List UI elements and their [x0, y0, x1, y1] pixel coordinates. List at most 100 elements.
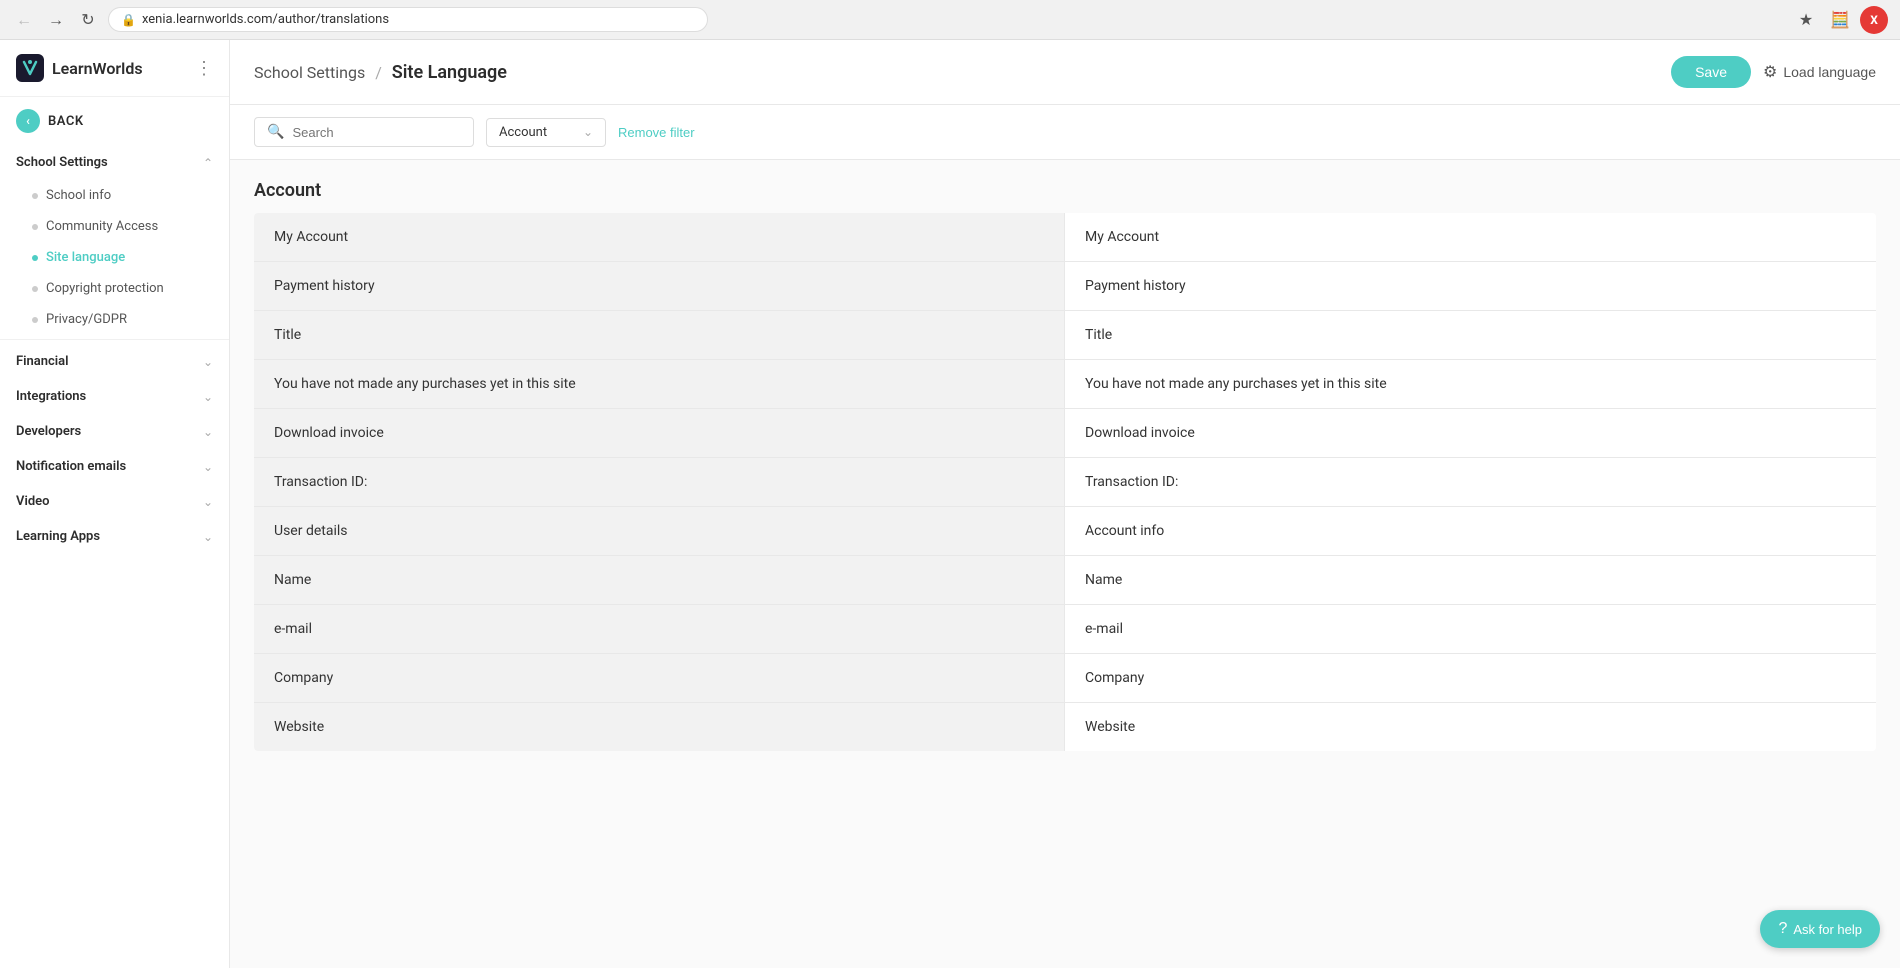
financial-header[interactable]: Financial ⌄ [0, 344, 229, 379]
back-button[interactable]: ‹ BACK [0, 97, 229, 145]
back-label: BACK [48, 114, 84, 129]
header-actions: Save ⚙ Load language [1671, 56, 1876, 88]
sidebar-item-school-info[interactable]: School info [0, 180, 229, 211]
learning-apps-chevron: ⌄ [203, 530, 213, 544]
table-row: Company Company [254, 654, 1876, 703]
browser-actions: ★ 🧮 X [1792, 6, 1888, 34]
dot-icon [32, 193, 38, 199]
original-cell: User details [254, 507, 1065, 555]
notification-emails-header[interactable]: Notification emails ⌄ [0, 449, 229, 484]
developers-header[interactable]: Developers ⌄ [0, 414, 229, 449]
school-settings-section: School Settings ⌃ School info Community … [0, 145, 229, 335]
extensions-icon[interactable]: 🧮 [1826, 6, 1854, 34]
reload-button[interactable]: ↻ [76, 8, 100, 32]
learning-apps-header[interactable]: Learning Apps ⌄ [0, 519, 229, 554]
table-row: Title Title [254, 311, 1876, 360]
breadcrumb: School Settings / Site Language [254, 62, 507, 83]
user-avatar[interactable]: X [1860, 6, 1888, 34]
school-settings-chevron: ⌃ [203, 156, 213, 170]
table-row: Download invoice Download invoice [254, 409, 1876, 458]
developers-section: Developers ⌄ [0, 414, 229, 449]
table-row: Transaction ID: Transaction ID: [254, 458, 1876, 507]
load-language-button[interactable]: ⚙ Load language [1763, 62, 1876, 82]
logo-icon [16, 54, 44, 82]
language-icon: ⚙ [1763, 62, 1777, 82]
page-title: Site Language [392, 62, 507, 83]
search-input[interactable] [292, 125, 468, 140]
table-row: e-mail e-mail [254, 605, 1876, 654]
back-nav-button[interactable]: ← [12, 8, 36, 32]
save-button[interactable]: Save [1671, 56, 1751, 88]
translation-cell[interactable]: Company [1065, 654, 1876, 702]
dot-icon [32, 255, 38, 261]
notification-emails-chevron: ⌄ [203, 460, 213, 474]
table-row: You have not made any purchases yet in t… [254, 360, 1876, 409]
help-label: Ask for help [1793, 922, 1862, 937]
translation-cell[interactable]: Name [1065, 556, 1876, 604]
learning-apps-section: Learning Apps ⌄ [0, 519, 229, 554]
breadcrumb-school-settings[interactable]: School Settings [254, 63, 365, 82]
filter-dropdown[interactable]: Account ⌄ [486, 118, 606, 147]
developers-chevron: ⌄ [203, 425, 213, 439]
community-access-label: Community Access [46, 219, 158, 234]
integrations-chevron: ⌄ [203, 390, 213, 404]
original-cell: Website [254, 703, 1065, 751]
remove-filter-button[interactable]: Remove filter [618, 125, 695, 140]
dot-icon [32, 224, 38, 230]
search-box[interactable]: 🔍 [254, 117, 474, 147]
forward-nav-button[interactable]: → [44, 8, 68, 32]
search-icon: 🔍 [267, 124, 284, 140]
integrations-header[interactable]: Integrations ⌄ [0, 379, 229, 414]
load-language-label: Load language [1783, 64, 1876, 80]
original-cell: My Account [254, 213, 1065, 261]
original-cell: You have not made any purchases yet in t… [254, 360, 1065, 408]
sidebar-item-site-language[interactable]: Site language [0, 242, 229, 273]
url-text: xenia.learnworlds.com/author/translation… [142, 12, 389, 27]
browser-chrome: ← → ↻ 🔒 xenia.learnworlds.com/author/tra… [0, 0, 1900, 40]
translation-cell[interactable]: You have not made any purchases yet in t… [1065, 360, 1876, 408]
chevron-down-icon: ⌄ [583, 125, 593, 139]
original-cell: e-mail [254, 605, 1065, 653]
translation-cell[interactable]: Website [1065, 703, 1876, 751]
original-cell: Transaction ID: [254, 458, 1065, 506]
bookmark-icon[interactable]: ★ [1792, 6, 1820, 34]
financial-chevron: ⌄ [203, 355, 213, 369]
translation-cell[interactable]: Download invoice [1065, 409, 1876, 457]
sidebar-item-copyright-protection[interactable]: Copyright protection [0, 273, 229, 304]
table-row: My Account My Account [254, 213, 1876, 262]
translation-cell[interactable]: Account info [1065, 507, 1876, 555]
video-section: Video ⌄ [0, 484, 229, 519]
translation-cell[interactable]: Title [1065, 311, 1876, 359]
sidebar-item-community-access[interactable]: Community Access [0, 211, 229, 242]
dot-icon [32, 317, 38, 323]
filter-value: Account [499, 125, 547, 140]
financial-section: Financial ⌄ [0, 344, 229, 379]
table-row: Payment history Payment history [254, 262, 1876, 311]
original-cell: Title [254, 311, 1065, 359]
translation-cell[interactable]: My Account [1065, 213, 1876, 261]
original-cell: Payment history [254, 262, 1065, 310]
translation-cell[interactable]: e-mail [1065, 605, 1876, 653]
translation-cell[interactable]: Payment history [1065, 262, 1876, 310]
table-row: Website Website [254, 703, 1876, 751]
translation-cell[interactable]: Transaction ID: [1065, 458, 1876, 506]
notification-emails-title: Notification emails [16, 459, 126, 474]
section-title: Account [254, 160, 1876, 213]
school-settings-header[interactable]: School Settings ⌃ [0, 145, 229, 180]
app-container: LearnWorlds ⋮ ‹ BACK School Settings ⌃ S… [0, 40, 1900, 968]
video-header[interactable]: Video ⌄ [0, 484, 229, 519]
site-language-label: Site language [46, 250, 125, 265]
table-row: Name Name [254, 556, 1876, 605]
ask-for-help-button[interactable]: ? Ask for help [1760, 910, 1880, 948]
school-settings-title: School Settings [16, 155, 108, 170]
logo-area: LearnWorlds [16, 54, 143, 82]
sidebar-item-privacy-gdpr[interactable]: Privacy/GDPR [0, 304, 229, 335]
content-area: Account My Account My Account Payment hi… [230, 160, 1900, 968]
logo-text: LearnWorlds [52, 59, 143, 78]
back-arrow-icon: ‹ [16, 109, 40, 133]
help-icon: ? [1778, 920, 1787, 938]
privacy-gdpr-label: Privacy/GDPR [46, 312, 127, 327]
sidebar-menu-button[interactable]: ⋮ [195, 58, 213, 79]
breadcrumb-separator: / [375, 63, 382, 82]
url-bar[interactable]: 🔒 xenia.learnworlds.com/author/translati… [108, 7, 708, 32]
